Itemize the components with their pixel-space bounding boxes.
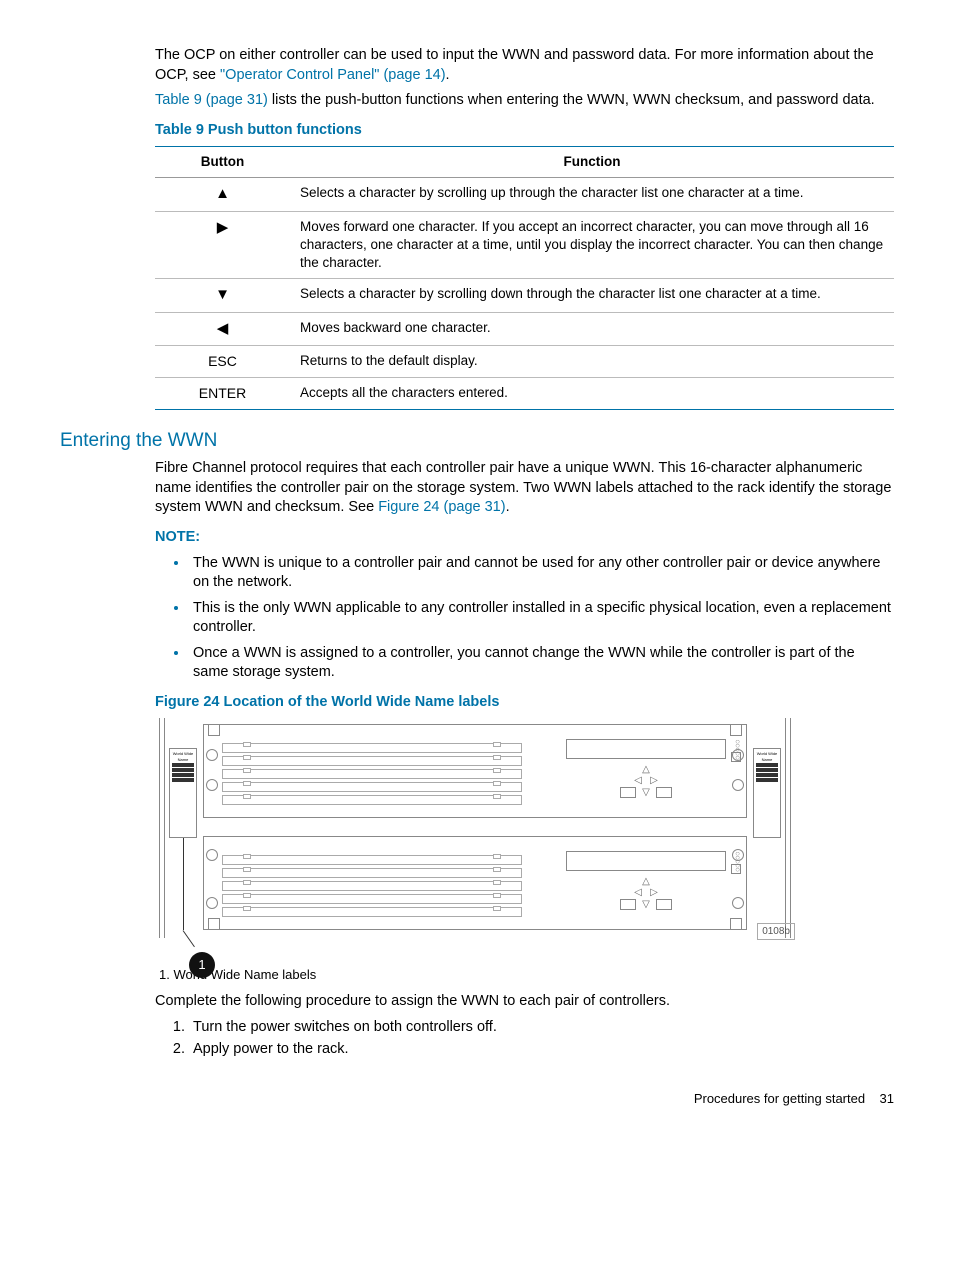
footer-section: Procedures for getting started (694, 1091, 865, 1106)
figure24-diagram: World Wide Name World Wide Name ○○○○○ △ … (155, 718, 795, 938)
procedure-intro: Complete the following procedure to assi… (155, 992, 894, 1012)
intro-paragraph-1: The OCP on either controller can be used… (155, 46, 894, 410)
ocp-panel: ○○○○○ △ ◁ ▷ ▽ (566, 739, 726, 803)
list-item: Once a WWN is assigned to a controller, … (189, 644, 894, 683)
table-row: ESC Returns to the default display. (155, 345, 894, 377)
fn-text: Selects a character by scrolling down th… (290, 279, 894, 312)
ocp-panel: ○○○○○ △ ◁ ▷ ▽ (566, 851, 726, 915)
up-arrow-icon: ▲ (215, 185, 230, 202)
drawing-id: 0108b (757, 923, 795, 941)
list-item: This is the only WWN applicable to any c… (189, 599, 894, 638)
figure24-caption: Figure 24 Location of the World Wide Nam… (155, 693, 894, 713)
table-row: ENTER Accepts all the characters entered… (155, 377, 894, 409)
list-item: Turn the power switches on both controll… (189, 1018, 894, 1038)
fn-text: Moves forward one character. If you acce… (290, 211, 894, 279)
heading-entering-wwn: Entering the WWN (60, 428, 894, 454)
col-button: Button (155, 147, 290, 178)
wwn-label-title: World Wide Name (170, 751, 196, 762)
table-push-button-functions: Button Function ▲ Selects a character by… (155, 146, 894, 409)
col-function: Function (290, 147, 894, 178)
down-arrow-icon: ▼ (215, 286, 230, 303)
procedure-steps: Turn the power switches on both controll… (155, 1018, 894, 1060)
controller-unit: ○○○○○ △ ◁ ▷ ▽ (203, 836, 747, 930)
intro-p2: lists the push-button functions when ent… (268, 92, 875, 108)
right-arrow-icon: ▶ (217, 219, 229, 236)
list-item: The WWN is unique to a controller pair a… (189, 554, 894, 593)
fn-text: Accepts all the characters entered. (290, 377, 894, 409)
intro-text-end: . (446, 67, 450, 83)
table-row: ◀ Moves backward one character. (155, 312, 894, 345)
fn-text: Selects a character by scrolling up thro… (290, 178, 894, 211)
table-row: ▼ Selects a character by scrolling down … (155, 279, 894, 312)
note-heading: NOTE: (155, 528, 894, 548)
left-arrow-icon: ◀ (217, 320, 229, 337)
section-paragraph: Fibre Channel protocol requires that eac… (155, 459, 894, 518)
fn-text: Returns to the default display. (290, 345, 894, 377)
controller-unit: ○○○○○ △ ◁ ▷ ▽ (203, 724, 747, 818)
wwn-label-right: World Wide Name (753, 748, 781, 838)
link-table9[interactable]: Table 9 (page 31) (155, 92, 268, 108)
section-text: Fibre Channel protocol requires that eac… (155, 460, 891, 515)
link-ocp[interactable]: "Operator Control Panel" (page 14) (220, 67, 446, 83)
wwn-label-left: World Wide Name (169, 748, 197, 838)
wwn-label-title: World Wide Name (754, 751, 780, 762)
figure-legend: 1. World Wide Name labels (159, 966, 894, 984)
table-row: ▲ Selects a character by scrolling up th… (155, 178, 894, 211)
fn-text: Moves backward one character. (290, 312, 894, 345)
note-list: The WWN is unique to a controller pair a… (155, 554, 894, 683)
esc-button-label: ESC (155, 345, 290, 377)
page-footer: Procedures for getting started 31 (60, 1090, 894, 1108)
link-figure24[interactable]: Figure 24 (page 31) (378, 499, 505, 515)
section-text-end: . (506, 499, 510, 515)
enter-button-label: ENTER (155, 377, 290, 409)
table9-caption: Table 9 Push button functions (155, 121, 894, 141)
table-row: ▶ Moves forward one character. If you ac… (155, 211, 894, 279)
footer-page-number: 31 (880, 1091, 894, 1106)
list-item: Apply power to the rack. (189, 1040, 894, 1060)
